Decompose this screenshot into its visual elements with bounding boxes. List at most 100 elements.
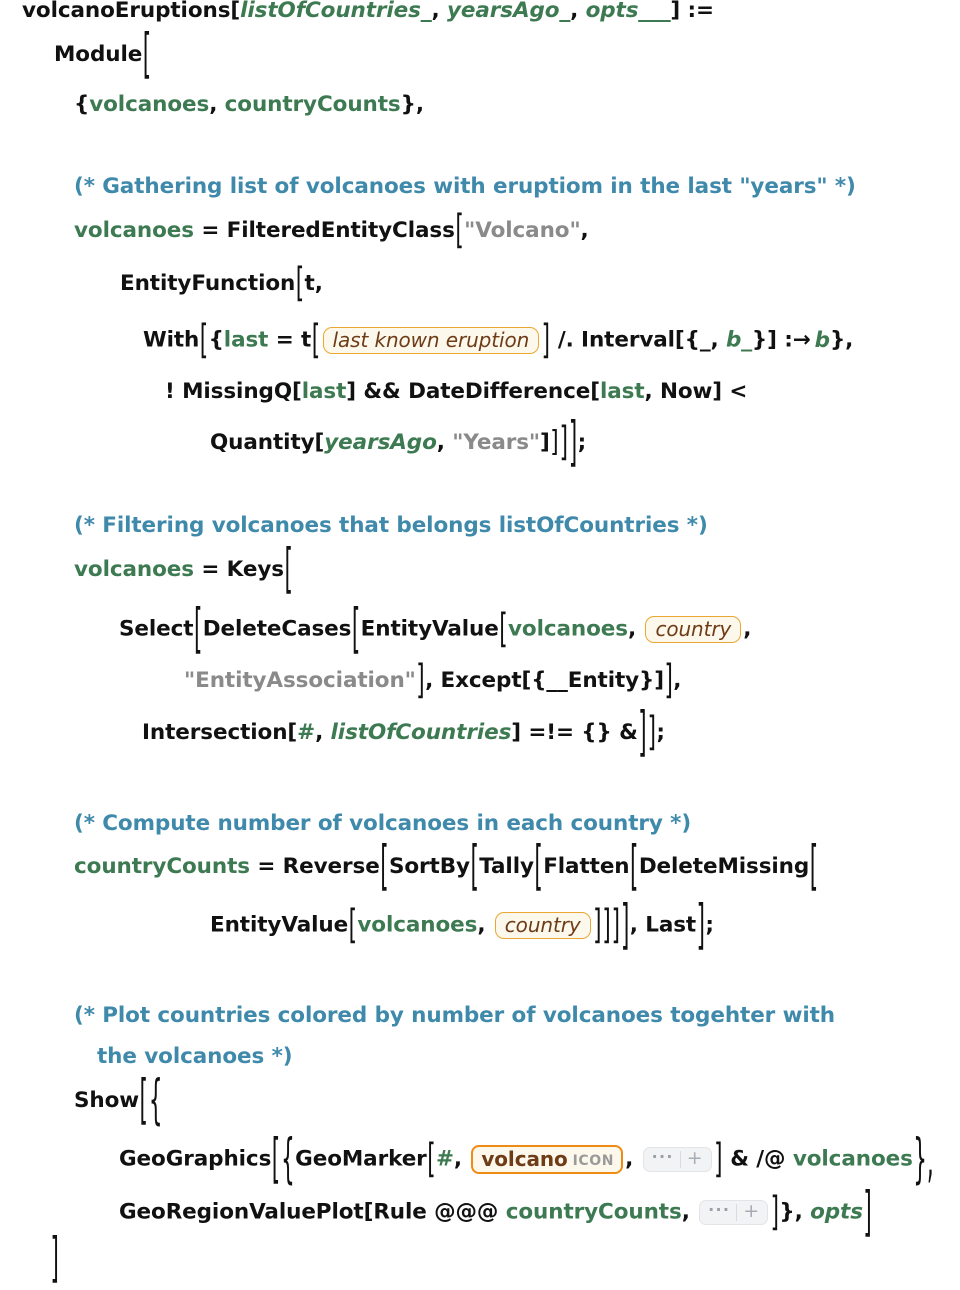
open-bracket: [ xyxy=(499,606,508,654)
code-line-georegionvalueplot[interactable]: GeoRegionValuePlot[Rule @@@ countryCount… xyxy=(119,1186,872,1239)
local-volcanoes: volcanoes xyxy=(89,92,210,117)
comma: , xyxy=(627,616,644,642)
pattern-listofcountries: listOfCountries_ xyxy=(240,0,432,23)
pattern-yearsago: yearsAgo_ xyxy=(446,0,571,23)
plus-icon[interactable]: + xyxy=(681,1149,709,1170)
open-bracket: [ xyxy=(380,835,389,899)
code-line-definition[interactable]: volcanoEruptions[listOfCountries_, years… xyxy=(22,0,714,22)
close-brace: }, xyxy=(913,1128,934,1192)
module-head: Module xyxy=(54,42,143,67)
comma: , xyxy=(436,430,453,455)
local-volcanoes: volcanoes xyxy=(792,1146,913,1172)
open-bracket: [ xyxy=(809,835,818,899)
close-bracket: ] xyxy=(568,411,578,475)
close-bracket: ] xyxy=(50,1227,59,1290)
close-bracket: ] xyxy=(714,1136,723,1184)
close-brace: }, xyxy=(779,1199,811,1225)
code-line-show[interactable]: Show[{ xyxy=(74,1075,163,1128)
code-line-module-close[interactable]: ] xyxy=(50,1233,59,1286)
local-volcanoes: volcanoes xyxy=(74,557,194,582)
comma: , xyxy=(580,218,589,243)
close-bracket: ] xyxy=(863,1181,872,1244)
less-than-operator: , Now] < xyxy=(644,379,748,404)
comment-plot-line2: the volcanoes *) xyxy=(97,1044,293,1069)
function-name: volcanoEruptions[ xyxy=(22,0,241,23)
entity-box-country[interactable]: country xyxy=(645,616,742,644)
semicolon: ; xyxy=(705,912,714,938)
entity-box-country[interactable]: country xyxy=(494,912,591,940)
semicolon: ; xyxy=(577,430,587,455)
close-bracket: ] xyxy=(638,701,647,765)
code-line-entityfunction[interactable]: EntityFunction[t, xyxy=(120,265,323,304)
close-bracket: ] xyxy=(620,894,630,958)
flatten-head: Flatten xyxy=(543,854,630,879)
ellipsis-icon[interactable]: ··· xyxy=(646,1149,680,1170)
entity-box-volcano-label: volcano xyxy=(481,1147,568,1171)
code-line-module[interactable]: Module[ xyxy=(54,29,152,82)
code-line-filteredentityclass[interactable]: volcanoes = FilteredEntityClass["Volcano… xyxy=(74,212,589,251)
code-line-entityassociation[interactable]: "EntityAssociation"], Except[{__Entity}]… xyxy=(184,662,682,701)
assign-operator: = xyxy=(193,557,227,582)
options-expander-button[interactable]: ··· + xyxy=(642,1147,712,1173)
semicolon: ; xyxy=(656,720,665,745)
ellipsis-icon[interactable]: ··· xyxy=(702,1202,736,1223)
filteredentityclass-head: FilteredEntityClass xyxy=(226,218,455,243)
entityfunction-var: t, xyxy=(304,271,323,296)
georegionvalueplot-head: GeoRegionValuePlot xyxy=(119,1199,364,1225)
open-bracket: [ xyxy=(193,598,203,662)
interval-close: }] xyxy=(751,327,785,353)
close-bracket: ] xyxy=(770,1189,779,1236)
code-line-with[interactable]: With[{last = t[last known eruption] /. I… xyxy=(143,321,854,360)
code-line-intersection[interactable]: Intersection[#, listOfCountries] =!= {} … xyxy=(142,707,665,760)
code-line-select[interactable]: Select[DeleteCases[EntityValue[volcanoes… xyxy=(119,604,752,657)
intersection-head: Intersection[ xyxy=(142,720,298,745)
close-bracket: ] xyxy=(647,710,656,757)
close-bracket: ] xyxy=(540,430,550,455)
quantity-head: Quantity[ xyxy=(210,430,325,455)
replaceall-interval: /. Interval[{_, xyxy=(550,327,726,353)
assign-operator: = xyxy=(249,854,283,879)
code-line-quantity[interactable]: Quantity[yearsAgo, "Years"]]]]; xyxy=(210,417,587,470)
code-line-geographics[interactable]: GeoGraphics[{GeoMarker[#, volcano ICON, ·… xyxy=(119,1134,934,1187)
open-bracket: [ xyxy=(284,538,293,602)
code-line-countrycounts[interactable]: countryCounts = Reverse[SortBy[Tally[Fla… xyxy=(74,841,818,894)
and-datedifference: ] && DateDifference[ xyxy=(346,379,600,404)
code-line-locals[interactable]: {volcanoes, countryCounts}, xyxy=(74,94,424,116)
pattern-yearsago: yearsAgo xyxy=(324,430,437,455)
code-line-keys[interactable]: volcanoes = Keys[ xyxy=(74,544,293,597)
open-bracket: [ xyxy=(142,23,152,87)
code-line-entityvalue-counts[interactable]: EntityValue[volcanoes, country]]]], Last… xyxy=(210,900,714,953)
comma: , xyxy=(673,668,682,693)
wolfram-input-cell[interactable]: volcanoEruptions[listOfCountries_, years… xyxy=(0,0,960,1289)
local-countrycounts: countryCounts xyxy=(74,854,250,879)
entity-box-last-known-eruption[interactable]: last known eruption xyxy=(322,327,540,355)
with-head: With xyxy=(143,327,200,353)
open-brace: { xyxy=(281,1128,295,1192)
close-bracket: ] xyxy=(664,658,673,705)
set-delayed: ] := xyxy=(670,0,714,23)
comment-plot-line1: (* Plot countries colored by number of v… xyxy=(74,1003,835,1028)
open-brace: { xyxy=(208,327,224,353)
code-line-condition[interactable]: ! MissingQ[last] && DateDifference[last,… xyxy=(165,381,747,403)
select-head: Select xyxy=(119,616,194,642)
entityfunction-head: EntityFunction xyxy=(120,271,296,296)
close-bracket: ] xyxy=(416,658,425,705)
rule-delayed-operator: :→ xyxy=(784,327,811,353)
close-brace: }, xyxy=(829,327,854,353)
open-bracket: [ xyxy=(351,598,361,662)
comment-filtering: (* Filtering volcanoes that belongs list… xyxy=(74,513,708,538)
open-bracket: [ xyxy=(199,317,209,365)
show-head: Show xyxy=(74,1088,140,1113)
entity-box-volcano-icon[interactable]: volcano ICON xyxy=(471,1145,624,1175)
pattern-listofcountries: listOfCountries xyxy=(330,720,512,745)
local-last: last xyxy=(223,327,269,353)
deletecases-head: DeleteCases xyxy=(202,616,352,642)
local-countrycounts: countryCounts xyxy=(224,92,401,117)
geomarker-head: GeoMarker xyxy=(295,1146,427,1172)
local-last: last xyxy=(301,379,347,404)
comma: , xyxy=(743,616,752,642)
entity-box-kind-label: ICON xyxy=(572,1153,615,1169)
comma: , xyxy=(681,1199,698,1225)
options-expander-button[interactable]: ··· + xyxy=(699,1200,769,1225)
plus-icon[interactable]: + xyxy=(737,1202,765,1223)
